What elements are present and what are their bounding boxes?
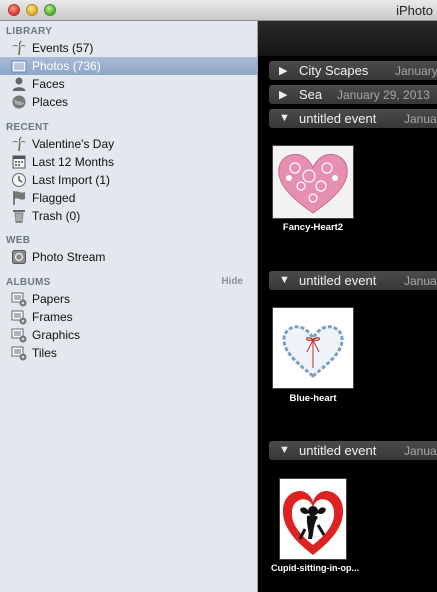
sidebar-item-label: Graphics [32, 328, 81, 342]
sidebar-item-graphics[interactable]: Graphics [0, 326, 257, 344]
sidebar-item-photos[interactable]: Photos (736) [0, 57, 257, 75]
disclosure-triangle-right-icon[interactable]: ▶ [279, 64, 287, 77]
sidebar-item-places[interactable]: Places [0, 93, 257, 111]
calendar-icon [12, 155, 26, 169]
event-date: January 29, 2013 [337, 88, 430, 102]
sidebar-item-label: Faces [32, 77, 65, 91]
sidebar-item-label: Trash (0) [32, 209, 81, 223]
sidebar-item-faces[interactable]: Faces [0, 75, 257, 93]
event-header-untitled-1[interactable]: ▼ untitled event January 3 [269, 109, 437, 128]
minimize-window-button[interactable] [26, 4, 38, 16]
sidebar-item-label: Tiles [32, 346, 57, 360]
disclosure-triangle-right-icon[interactable]: ▶ [279, 88, 287, 101]
photo-thumbnail[interactable] [272, 145, 354, 219]
event-date: January 3 [404, 444, 437, 458]
sidebar-item-tiles[interactable]: Tiles [0, 344, 257, 362]
trash-icon [13, 210, 25, 223]
disclosure-triangle-down-icon[interactable]: ▼ [279, 444, 290, 456]
event-header-untitled-3[interactable]: ▼ untitled event January 3 [269, 441, 437, 460]
photos-icon [11, 60, 27, 73]
sidebar-item-label: Last 12 Months [32, 155, 115, 169]
photo-stream-icon [12, 250, 26, 264]
sidebar-item-label: Last Import (1) [32, 173, 111, 187]
cupid-heart-image [282, 491, 344, 555]
photo-caption[interactable]: Cupid-sitting-in-op... [260, 563, 370, 573]
event-date: January 3 [404, 274, 437, 288]
palm-tree-icon [12, 41, 26, 56]
smart-album-icon [11, 310, 27, 325]
photo-caption[interactable]: Fancy-Heart2 [258, 222, 368, 233]
sidebar-item-valentines-day[interactable]: Valentine's Day [0, 135, 257, 153]
sidebar-item-photo-stream[interactable]: Photo Stream [0, 248, 257, 266]
sidebar-item-label: Valentine's Day [32, 137, 115, 151]
event-header-untitled-2[interactable]: ▼ untitled event January 3 [269, 271, 437, 290]
disclosure-triangle-down-icon[interactable]: ▼ [279, 112, 290, 124]
albums-header: ALBUMS [6, 277, 51, 288]
toolbar [258, 21, 437, 56]
event-name: Sea [299, 87, 323, 102]
pink-heart-image [278, 153, 348, 214]
event-date: January 3 [404, 112, 437, 126]
event-name: untitled event [299, 111, 377, 126]
sidebar-item-frames[interactable]: Frames [0, 308, 257, 326]
palm-tree-icon [12, 137, 26, 152]
flag-icon [13, 191, 25, 205]
sidebar-item-label: Photos (736) [32, 59, 101, 73]
event-date: January 15 [395, 64, 437, 78]
smart-album-icon [11, 328, 27, 343]
smart-album-icon [11, 346, 27, 361]
sidebar-item-label: Places [32, 95, 69, 109]
web-header: WEB [6, 235, 31, 246]
sidebar-item-trash[interactable]: Trash (0) [0, 207, 257, 225]
photo-thumbnail[interactable] [272, 307, 354, 389]
event-name: untitled event [299, 273, 377, 288]
sidebar-item-label: Frames [32, 310, 73, 324]
sidebar-item-papers[interactable]: Papers [0, 290, 257, 308]
library-header: LIBRARY [6, 26, 53, 37]
recent-header: RECENT [6, 122, 49, 133]
sidebar-item-label: Papers [32, 292, 71, 306]
photo-browser: ▶ City Scapes January 15 ▶ Sea January 2… [258, 21, 437, 592]
sidebar-item-flagged[interactable]: Flagged [0, 189, 257, 207]
globe-icon [12, 95, 26, 109]
title-bar: iPhoto [0, 0, 437, 21]
sidebar-item-events[interactable]: Events (57) [0, 39, 257, 57]
event-name: City Scapes [299, 63, 369, 78]
sidebar: LIBRARY Events (57) Photos (736) Faces P… [0, 21, 258, 592]
sidebar-item-last-import[interactable]: Last Import (1) [0, 171, 257, 189]
sidebar-item-last-12-months[interactable]: Last 12 Months [0, 153, 257, 171]
close-window-button[interactable] [8, 4, 20, 16]
photo-caption[interactable]: Blue-heart [258, 393, 368, 404]
event-name: untitled event [299, 443, 377, 458]
zoom-window-button[interactable] [44, 4, 56, 16]
event-header-sea[interactable]: ▶ Sea January 29, 2013 [269, 85, 437, 104]
window-title: iPhoto [396, 3, 433, 18]
sidebar-item-label: Events (57) [32, 41, 94, 55]
smart-album-icon [11, 292, 27, 307]
person-icon [12, 77, 26, 91]
albums-hide-button[interactable]: Hide [221, 276, 243, 287]
event-header-city-scapes[interactable]: ▶ City Scapes January 15 [269, 61, 437, 80]
photo-thumbnail[interactable] [279, 478, 347, 560]
blue-heart-image [282, 325, 344, 378]
clock-icon [12, 173, 26, 187]
sidebar-item-label: Flagged [32, 191, 76, 205]
sidebar-item-label: Photo Stream [32, 250, 106, 264]
disclosure-triangle-down-icon[interactable]: ▼ [279, 274, 290, 286]
